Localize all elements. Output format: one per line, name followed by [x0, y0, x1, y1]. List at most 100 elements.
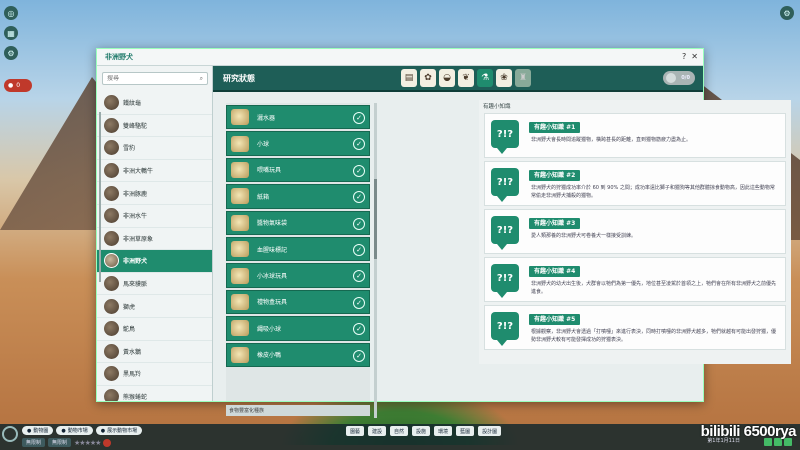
- nature-button[interactable]: 自然: [390, 426, 409, 436]
- blueprints-button[interactable]: 藍圖: [456, 426, 475, 436]
- item-label: 紙箱: [257, 193, 270, 201]
- animal-name: 鐵紋龜: [123, 100, 142, 108]
- items-scrollbar[interactable]: [374, 103, 377, 418]
- items-footer[interactable]: 食物豐富化種族: [226, 405, 370, 416]
- animal-thumbnail: [104, 117, 119, 133]
- landscaping-button[interactable]: 園藝: [346, 426, 365, 436]
- animal-name: 非洲水牛: [123, 213, 148, 221]
- item-label: 橡皮小鴨: [257, 352, 282, 360]
- button-label: 動物圖: [33, 428, 49, 434]
- enrichment-item[interactable]: 灑水器 ✓: [226, 105, 370, 130]
- fun-fact-body: 非洲野犬的幼犬出生後，犬群會以牠們為第一優先，地位甚至凌駕於首領之上，牠們會在所…: [531, 281, 777, 295]
- enrichment-item[interactable]: 醬物氣味袋 ✓: [226, 210, 370, 235]
- animal-list-item[interactable]: 非洲豚鹿: [97, 182, 212, 205]
- window-controls: ? ✕: [682, 52, 698, 61]
- fun-fact-title: 有趣小知識 #5: [529, 314, 581, 325]
- pawprint-icon[interactable]: ❀: [496, 69, 512, 87]
- enrichment-item[interactable]: 橡皮小鴨 ✓: [226, 342, 370, 367]
- paw-icon[interactable]: ✿: [420, 69, 436, 87]
- enrichment-item[interactable]: 血腥味標記 ✓: [226, 236, 370, 262]
- check-icon: ✓: [353, 112, 365, 124]
- guest-status: 無限制: [48, 438, 72, 447]
- enrichment-item[interactable]: 小球 ✓: [226, 131, 370, 156]
- check-icon: ✓: [353, 243, 365, 256]
- fun-fact-card: ?!? 有趣小知識 #2 非洲野犬的狩獵成功率介於 60 到 90% 之間；成功…: [484, 161, 786, 206]
- animal-list-item[interactable]: 獅虎: [97, 295, 212, 318]
- enrichment-item[interactable]: 喂嘴玩具 ✓: [226, 157, 370, 183]
- item-label: 醬物氣味袋: [257, 220, 288, 228]
- location-icon[interactable]: ◎: [4, 6, 18, 20]
- fun-fact-body: 非洲野犬的狩獵成功率介於 60 到 90% 之間；成功率遠比獅子和獵狗等其他群體…: [531, 185, 775, 199]
- settings-icon[interactable]: ⚙: [780, 6, 794, 20]
- calendar-icon[interactable]: ▦: [4, 26, 18, 40]
- help-icon[interactable]: ?: [682, 52, 686, 61]
- rubber-duck-icon: [231, 346, 249, 363]
- animal-thumbnail: [104, 389, 119, 401]
- scrollbar-thumb[interactable]: [374, 179, 377, 259]
- animals-button[interactable]: ● 動物圖: [22, 426, 54, 435]
- animal-thumbnail: [104, 208, 119, 224]
- item-label: 繩吸小球: [257, 325, 282, 333]
- animal-thumbnail: [104, 253, 119, 269]
- fun-fact-card: ?!? 有趣小知識 #3 愛人類那養的非洲野犬可卷養犬一樣接受訓練。: [484, 209, 786, 254]
- animal-list-item[interactable]: 黃水鵝: [97, 341, 212, 364]
- animal-list-item[interactable]: 熊猴蜷蛇: [97, 386, 212, 401]
- animal-list-item[interactable]: 雙峰駱駝: [97, 115, 212, 138]
- search-input[interactable]: [107, 75, 187, 82]
- book-icon[interactable]: ▤: [401, 69, 417, 87]
- fun-fact-card: ?!? 有趣小知識 #1 非洲野犬會長時間追蹤獵物，橫跨甚長的距離，直到獵物筋疲…: [484, 113, 786, 158]
- button-label: 動物市場: [67, 428, 88, 434]
- enrichment-item[interactable]: 繩吸小球 ✓: [226, 316, 370, 341]
- search-box[interactable]: ⌕: [102, 72, 208, 85]
- animal-market-button[interactable]: ● 動物市場: [56, 426, 93, 435]
- animal-list-item[interactable]: 非洲大鵪牛: [97, 160, 212, 183]
- window-title: 非洲野犬: [97, 49, 703, 66]
- gear-icon[interactable]: ⚙: [4, 46, 18, 60]
- facilities-button[interactable]: 設施: [412, 426, 431, 436]
- flask-icon[interactable]: ⚗: [477, 69, 493, 87]
- animal-thumbnail: [104, 163, 119, 179]
- person-icon: ●: [8, 82, 14, 89]
- animal-thumbnail: [104, 185, 119, 201]
- animal-list-item[interactable]: 非洲草原象: [97, 228, 212, 251]
- research-tabs: ▤ ✿ ◒ ❦ ⚗ ❀ ♜: [401, 69, 531, 87]
- alert-icon[interactable]: [103, 438, 112, 447]
- check-icon: ✓: [353, 191, 365, 204]
- trophy-icon[interactable]: ♜: [515, 69, 531, 87]
- search-icon[interactable]: ⌕: [200, 75, 203, 83]
- fun-fact-body: 根據觀察，非洲野犬會透過「打噴嚏」來進行表決，同時打噴嚏的非洲野犬越多，牠們就越…: [531, 329, 777, 343]
- animal-list-item[interactable]: 鐵紋龜: [97, 92, 212, 115]
- money-status: 無限制: [22, 438, 46, 447]
- animal-name: 非洲大鵪牛: [123, 168, 154, 176]
- animal-name: 黃水鵝: [123, 348, 142, 356]
- exhibit-market-button[interactable]: ● 展示動物市場: [95, 426, 143, 435]
- animal-list-item-selected[interactable]: 非洲野犬: [97, 250, 212, 273]
- rope-ball-icon: [231, 320, 249, 337]
- animal-list: 鐵紋龜 雙峰駱駝 雪豹 非洲大鵪牛 非洲豚鹿 非洲水牛 非洲草原象 非洲野犬 馬…: [97, 92, 212, 401]
- enrichment-item[interactable]: 紙箱 ✓: [226, 184, 370, 209]
- fun-fact-card: ?!? 有趣小知識 #4 非洲野犬的幼犬出生後，犬群會以牠們為第一優先，地位甚至…: [484, 257, 786, 302]
- leaf-icon[interactable]: ❦: [458, 69, 474, 87]
- animal-list-item[interactable]: 黑馬羚: [97, 363, 212, 386]
- enrichment-item[interactable]: 小冰球玩具 ✓: [226, 263, 370, 288]
- design-button[interactable]: 設計圖: [478, 426, 502, 436]
- animal-list-item[interactable]: 鴕鳥: [97, 318, 212, 341]
- bag-icon[interactable]: ◒: [439, 69, 455, 87]
- construction-button[interactable]: 建設: [368, 426, 387, 436]
- enrichment-item-list: 灑水器 ✓ 小球 ✓ 喂嘴玩具 ✓ 紙箱 ✓ 醬物氣味袋 ✓ 血腥味標記 ✓ 小冰球玩具 ✓ …: [226, 103, 370, 401]
- animal-list-item[interactable]: 雪豹: [97, 137, 212, 160]
- fun-fact-title: 有趣小知識 #2: [529, 170, 581, 181]
- fun-fact-title: 有趣小知識 #4: [529, 266, 581, 277]
- enrichment-item[interactable]: 禮物盒玩具 ✓: [226, 289, 370, 315]
- fun-fact-card: ?!? 有趣小知識 #5 根據觀察，非洲野犬會透過「打噴嚏」來進行表決，同時打噴…: [484, 305, 786, 350]
- market-icon: ●: [61, 427, 66, 434]
- close-icon[interactable]: ✕: [691, 52, 698, 61]
- animal-list-item[interactable]: 馬來貘脈: [97, 273, 212, 296]
- animal-list-item[interactable]: 非洲水牛: [97, 205, 212, 228]
- compass-icon[interactable]: [2, 426, 18, 442]
- check-icon: ✓: [353, 349, 365, 362]
- guest-alert-badge[interactable]: ● 0: [4, 79, 32, 92]
- environment-button[interactable]: 環境: [434, 426, 453, 436]
- animal-list-scrollbar[interactable]: [99, 112, 101, 282]
- research-badge[interactable]: 0/0: [663, 71, 695, 85]
